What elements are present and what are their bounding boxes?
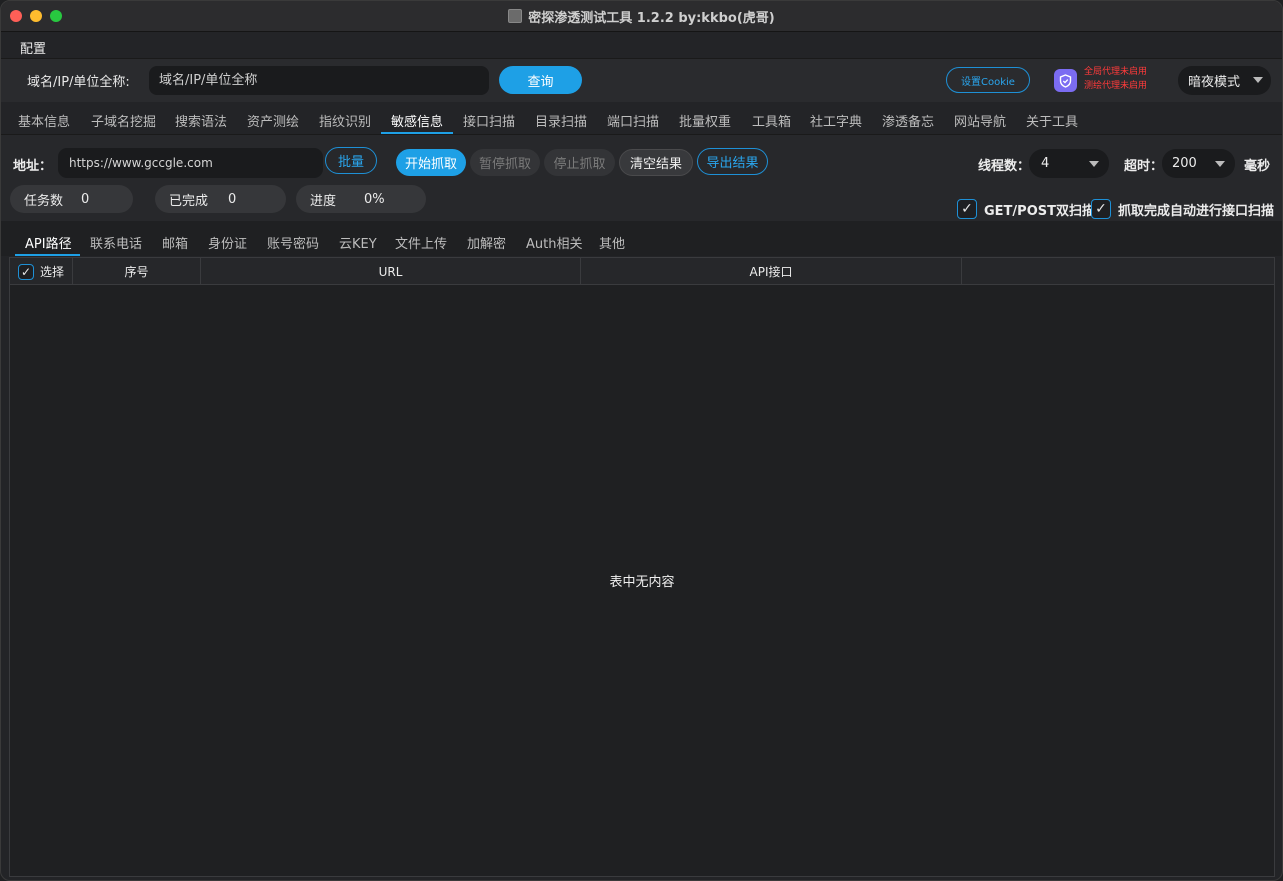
progress-value: 0% — [364, 191, 385, 207]
tab-asset-mapping[interactable]: 资产测绘 — [247, 111, 299, 130]
subtab-other[interactable]: 其他 — [599, 233, 625, 252]
auto-scan-checkbox[interactable]: ✓ 抓取完成自动进行接口扫描 — [1091, 199, 1274, 219]
timeout-value: 200 — [1172, 156, 1197, 171]
theme-mode-select[interactable]: 暗夜模式 — [1178, 66, 1271, 95]
progress-stat: 进度 0% — [296, 185, 426, 213]
search-bar: 域名/IP/单位全称: 查询 设置Cookie 全局代理未启用 测绘代理未启用 … — [1, 59, 1282, 102]
timeout-label: 超时： — [1124, 159, 1164, 174]
result-tabs: API路径 联系电话 邮箱 身份证 账号密码 云KEY 文件上传 加解密 Aut… — [1, 221, 1282, 256]
tab-toolbox[interactable]: 工具箱 — [752, 111, 791, 130]
set-cookie-button[interactable]: 设置Cookie — [946, 67, 1030, 93]
subtab-api-path[interactable]: API路径 — [25, 233, 72, 252]
subtab-email[interactable]: 邮箱 — [162, 233, 188, 252]
completed-value: 0 — [228, 191, 237, 207]
stop-crawl-button[interactable]: 停止抓取 — [544, 149, 615, 176]
table-header: ✓ 选择 序号 URL API接口 — [10, 258, 1274, 285]
menu-bar: 配置 — [1, 32, 1282, 59]
close-window-button[interactable] — [10, 10, 22, 22]
getpost-label: GET/POST双扫描 — [984, 203, 1095, 219]
subtab-phone[interactable]: 联系电话 — [90, 233, 142, 252]
batch-button[interactable]: 批量 — [325, 147, 377, 174]
app-window: 密探渗透测试工具 1.2.2 by:kkbo(虎哥) 配置 域名/IP/单位全称… — [0, 0, 1283, 881]
proxy-status: 全局代理未启用 测绘代理未启用 — [1084, 65, 1147, 93]
tab-subdomain[interactable]: 子域名挖掘 — [91, 111, 156, 130]
minimize-window-button[interactable] — [30, 10, 42, 22]
task-count-label: 任务数 — [24, 193, 64, 209]
thread-count-value: 4 — [1041, 156, 1050, 171]
chevron-down-icon — [1215, 161, 1225, 167]
export-results-button[interactable]: 导出结果 — [697, 148, 768, 175]
thread-count-label: 线程数： — [978, 159, 1031, 174]
tab-search-syntax[interactable]: 搜索语法 — [175, 111, 227, 130]
window-title: 密探渗透测试工具 1.2.2 by:kkbo(虎哥) — [528, 10, 775, 26]
clear-results-button[interactable]: 清空结果 — [619, 149, 693, 176]
window-controls — [10, 10, 62, 22]
address-input[interactable]: https://www.gccgle.com — [58, 148, 323, 178]
chevron-down-icon — [1089, 161, 1099, 167]
completed-label: 已完成 — [169, 193, 209, 209]
results-table[interactable]: ✓ 选择 序号 URL API接口 表中无内容 — [9, 257, 1275, 877]
subtab-crypto[interactable]: 加解密 — [467, 233, 506, 252]
subtab-file-upload[interactable]: 文件上传 — [395, 233, 447, 252]
timeout-unit: 毫秒 — [1244, 159, 1271, 174]
search-label: 域名/IP/单位全称: — [27, 75, 130, 90]
control-panel: 地址： https://www.gccgle.com 批量 开始抓取 暂停抓取 … — [1, 135, 1282, 221]
active-tab-indicator — [381, 132, 453, 134]
select-column-label: 选择 — [40, 265, 65, 279]
tab-fingerprint[interactable]: 指纹识别 — [319, 111, 371, 130]
task-count-stat: 任务数 0 — [10, 185, 133, 213]
proxy-global-status: 全局代理未启用 — [1084, 67, 1148, 77]
tab-dir-scan[interactable]: 目录扫描 — [535, 111, 587, 130]
empty-table-message: 表中无内容 — [609, 575, 675, 590]
tab-port-scan[interactable]: 端口扫描 — [607, 111, 659, 130]
tab-pentest-memo[interactable]: 渗透备忘 — [882, 111, 934, 130]
query-button[interactable]: 查询 — [499, 66, 582, 94]
tab-sensitive-info[interactable]: 敏感信息 — [391, 111, 443, 130]
progress-label: 进度 — [310, 193, 337, 209]
auto-scan-label: 抓取完成自动进行接口扫描 — [1118, 203, 1275, 219]
index-column-header[interactable]: 序号 — [73, 258, 201, 285]
main-tabs: 基本信息 子域名挖掘 搜索语法 资产测绘 指纹识别 敏感信息 接口扫描 目录扫描… — [1, 102, 1282, 135]
pause-crawl-button[interactable]: 暂停抓取 — [470, 149, 540, 176]
getpost-checkbox[interactable]: ✓ GET/POST双扫描 — [957, 199, 1095, 219]
subtab-cloud-key[interactable]: 云KEY — [339, 233, 377, 252]
url-column-header[interactable]: URL — [201, 258, 581, 285]
tab-site-nav[interactable]: 网站导航 — [954, 111, 1006, 130]
subtab-auth[interactable]: Auth相关 — [526, 233, 582, 252]
shield-icon[interactable] — [1054, 69, 1077, 92]
checkmark-icon[interactable]: ✓ — [18, 263, 34, 280]
chevron-down-icon — [1253, 77, 1263, 83]
active-subtab-indicator — [15, 254, 80, 256]
tab-api-scan[interactable]: 接口扫描 — [463, 111, 515, 130]
start-crawl-button[interactable]: 开始抓取 — [396, 149, 466, 176]
checkmark-icon[interactable]: ✓ — [1091, 199, 1111, 219]
extra-column-header — [962, 258, 1276, 285]
thread-count-select[interactable]: 4 — [1029, 149, 1109, 178]
task-count-value: 0 — [81, 191, 90, 207]
timeout-select[interactable]: 200 — [1162, 149, 1235, 178]
select-all-header[interactable]: ✓ 选择 — [10, 258, 73, 285]
api-column-header[interactable]: API接口 — [581, 258, 962, 285]
app-icon — [508, 9, 523, 23]
search-input[interactable] — [149, 66, 489, 95]
title-wrap: 密探渗透测试工具 1.2.2 by:kkbo(虎哥) — [508, 7, 775, 26]
subtab-credentials[interactable]: 账号密码 — [267, 233, 319, 252]
tab-about[interactable]: 关于工具 — [1026, 111, 1078, 130]
subtab-id-card[interactable]: 身份证 — [208, 233, 247, 252]
proxy-test-status: 测绘代理未启用 — [1084, 81, 1148, 91]
completed-stat: 已完成 0 — [155, 185, 286, 213]
address-label: 地址： — [13, 159, 53, 174]
maximize-window-button[interactable] — [50, 10, 62, 22]
theme-mode-value: 暗夜模式 — [1188, 75, 1241, 90]
tab-social-dict[interactable]: 社工字典 — [810, 111, 862, 130]
tab-batch-weight[interactable]: 批量权重 — [679, 111, 731, 130]
checkmark-icon[interactable]: ✓ — [957, 199, 977, 219]
tab-basic-info[interactable]: 基本信息 — [18, 111, 70, 130]
menu-config[interactable]: 配置 — [20, 38, 46, 57]
title-bar: 密探渗透测试工具 1.2.2 by:kkbo(虎哥) — [1, 1, 1282, 32]
